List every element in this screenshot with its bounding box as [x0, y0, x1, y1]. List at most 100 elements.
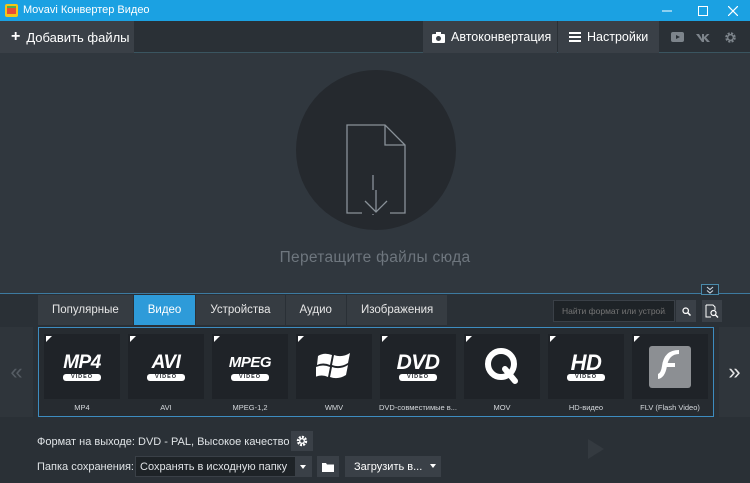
folder-icon [322, 462, 334, 472]
dropdown-arrow[interactable] [295, 457, 311, 476]
flash-logo-icon [649, 346, 691, 388]
gear-icon [724, 31, 736, 43]
auto-convert-button[interactable]: Автоконвертация [423, 21, 557, 53]
corner-marker [298, 336, 304, 342]
settings-button[interactable]: Настройки [558, 21, 659, 53]
format-tile: DVD VIDEO [380, 334, 456, 399]
youtube-button[interactable] [669, 29, 685, 45]
format-label: MPEG-1,2 [232, 403, 268, 412]
tab-audio[interactable]: Аудио [285, 295, 347, 325]
output-format-label: Формат на выходе: [37, 436, 135, 448]
app-window: Movavi Конвертер Видео + Добавить файлы … [0, 0, 750, 483]
scroll-left-button[interactable]: « [0, 327, 33, 417]
double-chevron-down-icon [706, 286, 714, 294]
format-item-flv[interactable]: FLV (Flash Video) [632, 334, 708, 414]
format-item-wmv[interactable]: WMV [296, 334, 372, 414]
main-toolbar: + Добавить файлы Автоконвертация Настрой… [0, 21, 750, 53]
format-panel: Популярные Видео Устройства Аудио Изобра… [0, 284, 750, 425]
format-tile: MP4 VIDEO [44, 334, 120, 399]
tab-images[interactable]: Изображения [346, 295, 449, 325]
quicktime-logo-icon [485, 348, 518, 384]
search-file-icon [705, 304, 719, 318]
upload-to-button[interactable]: Загрузить в... [345, 456, 441, 477]
menu-icon [569, 32, 581, 42]
movavi-app-icon [5, 4, 18, 17]
format-tile [464, 334, 540, 399]
detect-format-button[interactable] [702, 300, 722, 322]
output-format-value: DVD - PAL, Высокое качество [138, 436, 290, 448]
add-files-label: Добавить файлы [26, 29, 130, 45]
maximize-button[interactable] [686, 0, 720, 21]
format-tile: MPEG VIDEO [212, 334, 288, 399]
format-tabs: Популярные Видео Устройства Аудио Изобра… [38, 295, 449, 325]
tab-video[interactable]: Видео [133, 295, 197, 325]
corner-marker [466, 336, 472, 342]
drop-hint-text: Перетащите файлы сюда [279, 249, 471, 266]
save-folder-label: Папка сохранения: [37, 461, 134, 473]
save-folder-select[interactable]: Сохранять в исходную папку [135, 456, 312, 477]
auto-convert-label: Автоконвертация [451, 30, 552, 44]
output-settings-bar: Формат на выходе: DVD - PAL, Высокое кач… [0, 425, 750, 483]
avi-logo-icon: AVI VIDEO [128, 334, 204, 399]
search-icon [681, 306, 691, 316]
chevron-down-icon [430, 464, 436, 468]
format-label: AVI [160, 403, 172, 412]
camera-icon [432, 31, 445, 43]
format-list: MP4 VIDEO MP4 AVI VIDEO AVI MPEG VIDEO M… [38, 327, 714, 417]
format-tile: HD VIDEO [548, 334, 624, 399]
format-label: MOV [493, 403, 511, 412]
window-title: Movavi Конвертер Видео [23, 4, 150, 16]
vk-button[interactable] [695, 29, 711, 45]
save-folder-value: Сохранять в исходную папку [140, 460, 288, 473]
chevron-right-icon: » [728, 359, 741, 384]
format-tile: AVI VIDEO [128, 334, 204, 399]
chevron-down-icon [300, 464, 306, 469]
format-label: FLV (Flash Video) [640, 403, 700, 412]
minimize-icon [662, 10, 672, 11]
chevron-left-icon: « [10, 359, 23, 384]
mp4-logo-icon: MP4 VIDEO [62, 351, 101, 381]
settings-label: Настройки [587, 30, 649, 44]
close-button[interactable] [716, 0, 750, 21]
down-arrow-icon [362, 190, 390, 214]
title-bar: Movavi Конвертер Видео [0, 0, 750, 21]
tab-devices[interactable]: Устройства [196, 295, 286, 325]
format-label: HD-видео [568, 403, 604, 412]
vk-icon [696, 33, 710, 42]
drop-circle [296, 70, 456, 230]
dvd-logo-icon: DVD VIDEO [396, 350, 440, 381]
upload-to-label: Загрузить в... [354, 460, 423, 473]
collapse-panel-button[interactable] [701, 284, 719, 295]
windows-logo-icon [316, 353, 350, 379]
youtube-icon [670, 32, 684, 42]
format-label: DVD-совместимые в... [379, 403, 457, 412]
format-item-dvd[interactable]: DVD VIDEO DVD-совместимые в... [379, 334, 457, 414]
format-tile [296, 334, 372, 399]
minimize-button[interactable] [650, 0, 684, 21]
format-item-hd[interactable]: HD VIDEO HD-видео [548, 334, 624, 414]
gear-icon [296, 435, 308, 447]
format-item-mov[interactable]: MOV [464, 334, 540, 414]
maximize-icon [698, 5, 708, 16]
gear-button[interactable] [722, 29, 738, 45]
format-item-avi[interactable]: AVI VIDEO AVI [128, 334, 204, 414]
drop-area[interactable]: Перетащите файлы сюда [0, 53, 750, 293]
format-settings-button[interactable] [291, 431, 313, 451]
search-button[interactable] [676, 300, 696, 322]
add-files-button[interactable]: + Добавить файлы [0, 21, 134, 53]
format-item-mp4[interactable]: MP4 VIDEO MP4 [44, 334, 120, 414]
format-search-input[interactable] [553, 300, 675, 322]
tab-popular[interactable]: Популярные [38, 295, 134, 325]
browse-folder-button[interactable] [317, 456, 339, 477]
hd-logo-icon: HD VIDEO [548, 334, 624, 399]
format-label: WMV [324, 403, 344, 412]
convert-arrow-icon [588, 439, 604, 459]
mpeg-logo-icon: MPEG VIDEO [228, 353, 272, 381]
format-tile [632, 334, 708, 399]
format-label: MP4 [74, 403, 90, 412]
plus-icon: + [11, 28, 21, 45]
format-item-mpeg[interactable]: MPEG VIDEO MPEG-1,2 [212, 334, 288, 414]
close-icon [728, 5, 738, 16]
corner-marker [634, 336, 640, 342]
scroll-right-button[interactable]: » [719, 327, 750, 417]
